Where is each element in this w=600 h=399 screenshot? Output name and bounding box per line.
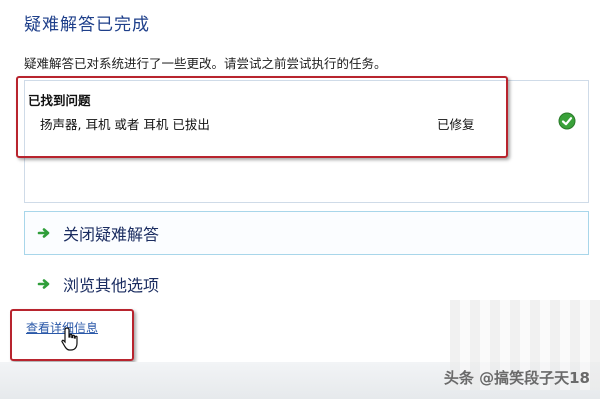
watermark: 头条 @搞笑段子天18	[443, 369, 590, 387]
close-troubleshooter-button[interactable]: 关闭疑难解答	[24, 211, 589, 255]
close-troubleshooter-label: 关闭疑难解答	[63, 225, 160, 244]
problem-highlight-box	[16, 76, 508, 158]
check-circle-icon	[558, 112, 576, 130]
explore-options-label: 浏览其他选项	[63, 276, 160, 295]
arrow-right-icon	[37, 279, 50, 289]
page-title: 疑难解答已完成	[24, 15, 150, 35]
hand-cursor-icon	[61, 327, 78, 351]
explore-options-button[interactable]: 浏览其他选项	[24, 262, 324, 306]
page-subtitle: 疑难解答已对系统进行了一些更改。请尝试之前尝试执行的任务。	[24, 56, 387, 71]
arrow-right-icon	[37, 228, 50, 238]
